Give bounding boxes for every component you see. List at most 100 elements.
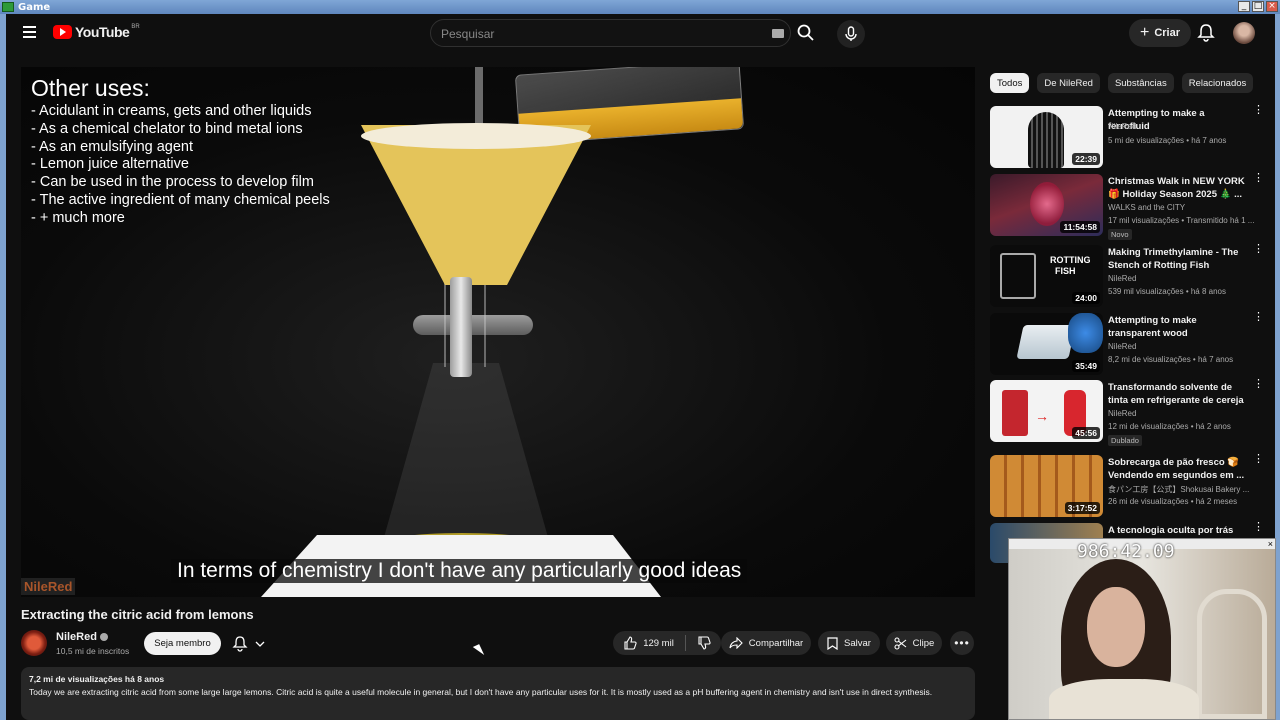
window-frame-left [0, 14, 6, 720]
like-icon[interactable] [623, 636, 637, 650]
more-vertical-icon[interactable]: ⋮ [1253, 522, 1264, 533]
microphone-icon [845, 26, 857, 41]
duration-badge: 24:00 [1072, 292, 1100, 304]
recommendation-item[interactable]: → 45:56 Transformando solvente de tinta … [990, 379, 1264, 446]
overlay-item: - + much more [31, 209, 125, 226]
voice-search-button[interactable] [837, 20, 865, 48]
overlay-item: - Acidulant in creams, gets and other li… [31, 103, 312, 119]
save-label: Salvar [844, 637, 871, 649]
more-actions-button[interactable]: ••• [950, 631, 974, 655]
chip-todos[interactable]: Todos [990, 73, 1030, 93]
youtube-play-icon [53, 25, 72, 39]
channel-name[interactable]: NileRed [56, 631, 108, 643]
join-button[interactable]: Seja membro [144, 632, 221, 655]
video-thumbnail[interactable]: 22:39 [990, 106, 1103, 168]
country-code: BR [131, 24, 140, 30]
recommendation-title[interactable]: Making Trimethylamine - The Stench of Ro… [1108, 246, 1246, 272]
more-vertical-icon[interactable]: ⋮ [1253, 244, 1264, 255]
recommendation-item[interactable]: ROTTING FISH 24:00 Making Trimethylamine… [990, 244, 1264, 309]
recommendation-channel[interactable]: NileRed [1108, 122, 1136, 131]
funnel-stem [450, 277, 472, 377]
keyboard-icon[interactable] [772, 29, 784, 38]
like-count[interactable]: 129 mil [643, 638, 674, 649]
chip-de-nilered[interactable]: De NileRed [1037, 73, 1100, 93]
search-input[interactable]: Pesquisar [430, 19, 791, 47]
recommendation-channel[interactable]: NileRed [1108, 409, 1136, 418]
youtube-logo[interactable]: YouTube BR [53, 24, 140, 40]
search-icon[interactable] [796, 23, 816, 43]
video-thumbnail[interactable]: ROTTING FISH 24:00 [990, 245, 1103, 307]
channel-watermark[interactable]: NileRed [21, 578, 76, 595]
share-button[interactable]: Compartilhar [721, 631, 811, 655]
webcam-person-shirt [1049, 679, 1199, 719]
view-count-date: 7,2 mi de visualizações há 8 anos [29, 674, 165, 684]
related-filter-chips: Todos De NileRed Substâncias Relacionado… [990, 73, 1254, 93]
description-text: Today we are extracting citric acid from… [29, 687, 933, 697]
logo-text: YouTube [75, 24, 130, 40]
webcam-person-face [1087, 587, 1145, 667]
menu-icon[interactable] [23, 26, 36, 38]
chip-substancias[interactable]: Substâncias [1107, 73, 1174, 93]
duration-badge: 22:39 [1072, 153, 1100, 165]
description-box[interactable]: 7,2 mi de visualizações há 8 anos Today … [21, 667, 975, 720]
channel-avatar[interactable] [21, 630, 47, 656]
create-label: Criar [1154, 27, 1181, 39]
close-icon[interactable]: × [1268, 539, 1273, 549]
clip-button[interactable]: Clipe [886, 631, 942, 655]
video-caption: In terms of chemistry I don't have any p… [171, 559, 748, 583]
dislike-icon[interactable] [697, 636, 711, 650]
more-horizontal-icon: ••• [954, 636, 970, 650]
recommendation-channel[interactable]: WALKS and the CITY [1108, 203, 1185, 212]
recommendation-channel[interactable]: NileRed [1108, 274, 1136, 283]
duration-badge: 11:54:58 [1060, 221, 1100, 233]
recommendation-item[interactable]: 35:49 Attempting to make transparent woo… [990, 312, 1264, 377]
app-icon [2, 2, 14, 12]
channel-name-text[interactable]: NileRed [56, 631, 97, 643]
share-label: Compartilhar [748, 637, 804, 649]
subscriber-count: 10,5 mi de inscritos [56, 646, 130, 656]
video-thumbnail[interactable]: 11:54:58 [990, 174, 1103, 236]
overlay-item: - Can be used in the process to develop … [31, 174, 314, 191]
create-button[interactable]: + Criar [1129, 19, 1191, 47]
flask-image [381, 363, 551, 548]
notifications-bell-icon[interactable] [1197, 23, 1215, 43]
minimize-button[interactable]: _ [1238, 1, 1250, 12]
webcam-chair [1197, 589, 1267, 719]
chip-relacionados[interactable]: Relacionados [1181, 73, 1254, 93]
more-vertical-icon[interactable]: ⋮ [1253, 312, 1264, 323]
video-thumbnail[interactable]: 35:49 [990, 313, 1103, 375]
recommendation-title[interactable]: Attempting to make transparent wood [1108, 314, 1246, 340]
subscription-bell-icon[interactable] [230, 634, 270, 654]
more-vertical-icon[interactable]: ⋮ [1253, 454, 1264, 465]
bookmark-icon [827, 636, 838, 650]
more-vertical-icon[interactable]: ⋮ [1253, 105, 1264, 116]
share-icon [729, 637, 743, 649]
recommendation-meta: 539 mil visualizações • há 8 anos [1108, 287, 1226, 296]
close-window-button[interactable]: × [1266, 1, 1278, 12]
recommendation-title[interactable]: Transformando solvente de tinta em refri… [1108, 381, 1246, 407]
recommendation-meta: 17 mil visualizações • Transmitido há 1 … [1108, 216, 1255, 225]
recommendation-item[interactable]: 11:54:58 Christmas Walk in NEW YORK 🎁 Ho… [990, 173, 1264, 240]
video-thumbnail[interactable]: 3:17:52 [990, 455, 1103, 517]
funnel-rim [361, 123, 591, 149]
webcam-overlay[interactable]: × 986:42.09 [1008, 538, 1276, 720]
recommendation-title[interactable]: Christmas Walk in NEW YORK 🎁 Holiday Sea… [1108, 175, 1246, 201]
overlay-list: - Acidulant in creams, gets and other li… [31, 103, 330, 228]
recommendation-channel[interactable]: NileRed [1108, 342, 1136, 351]
video-title: Extracting the citric acid from lemons [21, 607, 254, 622]
more-vertical-icon[interactable]: ⋮ [1253, 173, 1264, 184]
more-vertical-icon[interactable]: ⋮ [1253, 379, 1264, 390]
duration-badge: 45:56 [1072, 427, 1100, 439]
recommendation-item[interactable]: 22:39 Attempting to make a ferrofluid Ni… [990, 105, 1264, 170]
video-player[interactable]: Other uses: - Acidulant in creams, gets … [21, 67, 975, 597]
recommendation-title[interactable]: Sobrecarga de pão fresco 🍞 Vendendo em s… [1108, 456, 1246, 482]
window-titlebar: Game _ □ × [0, 0, 1280, 14]
account-avatar[interactable] [1233, 22, 1255, 44]
divider [684, 635, 686, 651]
save-button[interactable]: Salvar [818, 631, 880, 655]
mouse-cursor-icon [472, 644, 485, 658]
recommendation-channel[interactable]: 食パン工房【公式】Shokusai Bakery ... [1108, 484, 1249, 495]
recommendation-item[interactable]: 3:17:52 Sobrecarga de pão fresco 🍞 Vende… [990, 454, 1264, 519]
video-thumbnail[interactable]: → 45:56 [990, 380, 1103, 442]
maximize-button[interactable]: □ [1252, 1, 1264, 12]
